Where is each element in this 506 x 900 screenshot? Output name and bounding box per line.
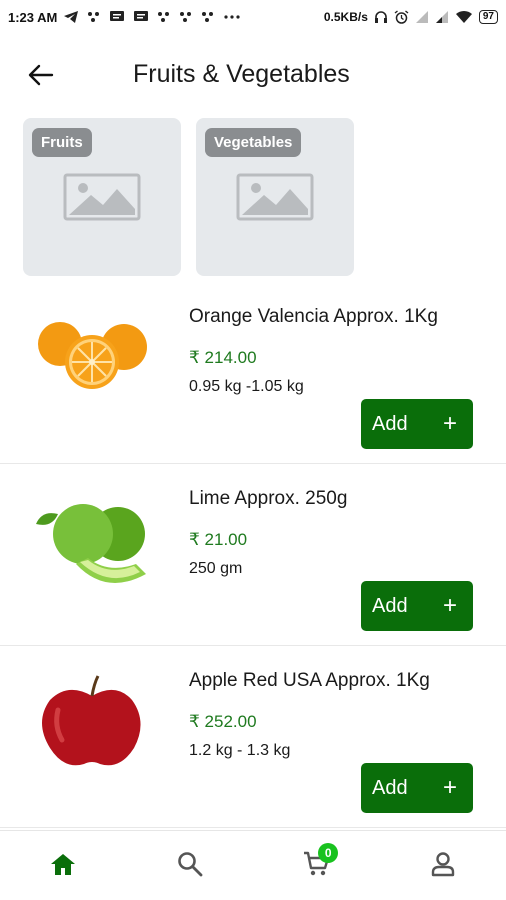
add-button-label: Add	[372, 412, 408, 435]
lime-image	[36, 504, 146, 583]
search-icon	[177, 851, 203, 876]
signal-icon	[435, 11, 448, 23]
product-quantity: 0.95 kg -1.05 kg	[189, 378, 304, 395]
product-quantity: 1.2 kg - 1.3 kg	[189, 742, 291, 759]
dots-icon	[88, 12, 100, 22]
product-name: Lime Approx. 250g	[189, 488, 348, 509]
app-bar: Fruits & Vegetables	[0, 50, 506, 100]
orange-image	[38, 322, 147, 389]
product-quantity: 250 gm	[189, 560, 243, 577]
message-icon	[110, 11, 125, 21]
status-time: 1:23 AM	[8, 9, 58, 25]
category-list: Fruits Vegetables	[23, 118, 354, 276]
bottom-navigation: 0	[0, 830, 506, 900]
product-name: Apple Red USA Approx. 1Kg	[189, 670, 430, 691]
status-bar: 1:23 AM 0.5KB/s 97	[0, 0, 506, 34]
home-icon	[51, 853, 76, 875]
category-label: Fruits	[32, 128, 92, 157]
product-price: ₹ 21.00	[189, 530, 248, 549]
plus-icon: +	[442, 410, 457, 437]
telegram-icon	[64, 11, 79, 23]
image-placeholder-icon	[236, 173, 314, 221]
category-card-fruits[interactable]: Fruits	[23, 118, 181, 276]
product-item[interactable]: Orange Valencia Approx. 1Kg ₹ 214.00 0.9…	[0, 282, 506, 464]
category-label: Vegetables	[205, 128, 302, 157]
product-price: ₹ 252.00	[189, 712, 257, 731]
plus-icon: +	[442, 774, 457, 801]
product-name: Orange Valencia Approx. 1Kg	[189, 306, 438, 327]
status-right: 0.5KB/s 97	[323, 9, 498, 25]
headphones-icon	[374, 11, 387, 23]
category-card-vegetables[interactable]: Vegetables	[196, 118, 354, 276]
add-to-cart-button[interactable]: Add +	[361, 581, 473, 631]
add-button-label: Add	[372, 594, 408, 617]
product-item[interactable]: Apple Red USA Approx. 1Kg ₹ 252.00 1.2 k…	[0, 646, 506, 828]
apple-image	[42, 675, 141, 766]
more-icon	[224, 15, 240, 19]
nav-home[interactable]	[33, 839, 93, 889]
product-item[interactable]: Lime Approx. 250g ₹ 21.00 250 gm Add +	[0, 464, 506, 646]
image-placeholder-icon	[63, 173, 141, 221]
network-speed: 0.5KB/s	[323, 10, 368, 24]
nav-search[interactable]	[160, 839, 220, 889]
wifi-icon	[455, 10, 472, 23]
nav-cart[interactable]: 0	[286, 839, 346, 889]
dots-icon	[202, 12, 214, 22]
dots-icon	[180, 12, 192, 22]
cart-count-badge: 0	[318, 842, 339, 863]
profile-icon	[431, 851, 454, 876]
arrow-left-icon	[28, 64, 54, 86]
dots-icon	[158, 12, 170, 22]
product-price: ₹ 214.00	[189, 348, 257, 367]
battery-icon: 97	[478, 10, 498, 24]
message-icon	[134, 11, 149, 21]
alarm-icon	[394, 9, 409, 24]
plus-icon: +	[442, 592, 457, 619]
back-button[interactable]	[24, 58, 58, 92]
notification-icons	[63, 10, 241, 24]
nav-profile[interactable]	[413, 839, 473, 889]
signal-icon	[415, 11, 428, 23]
add-to-cart-button[interactable]: Add +	[361, 763, 473, 813]
page-title: Fruits & Vegetables	[133, 60, 350, 88]
add-to-cart-button[interactable]: Add +	[361, 399, 473, 449]
add-button-label: Add	[372, 776, 408, 799]
